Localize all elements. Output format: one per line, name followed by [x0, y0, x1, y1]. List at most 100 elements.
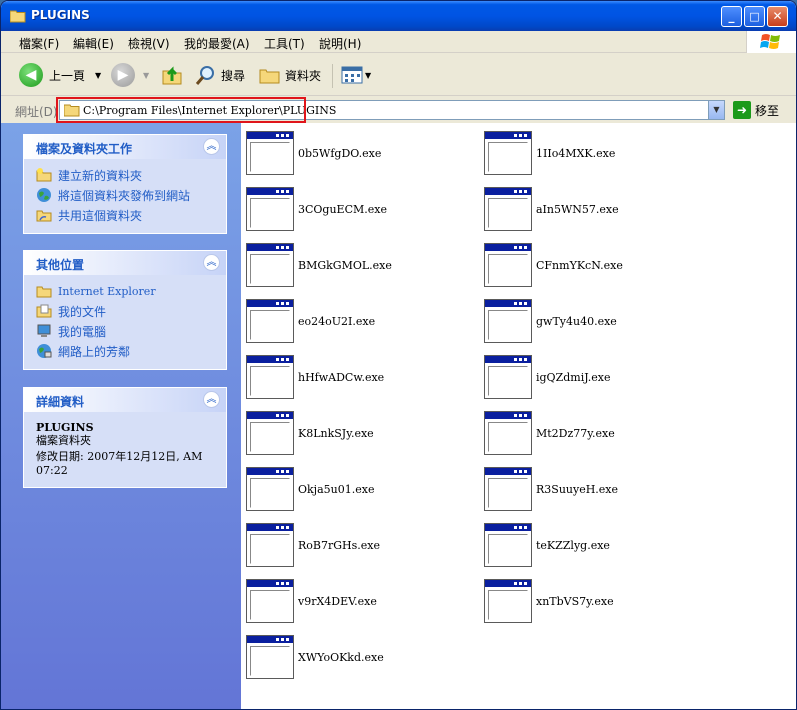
forward-button[interactable]: ▶ ▼ — [111, 62, 149, 88]
views-icon — [341, 66, 363, 84]
place-my-documents[interactable]: 我的文件 — [36, 301, 216, 321]
exe-file-icon — [246, 523, 294, 567]
exe-file-icon — [484, 299, 532, 343]
back-dropdown-icon[interactable]: ▼ — [95, 71, 101, 80]
exe-file-icon — [246, 411, 294, 455]
file-name: 0b5WfgDO.exe — [298, 147, 382, 160]
file-item[interactable]: eo24oU2I.exe — [241, 293, 471, 345]
title-bar[interactable]: PLUGINS _ □ ✕ — [1, 1, 796, 31]
file-name: hHfwADCw.exe — [298, 371, 385, 384]
file-tasks-title: 檔案及資料夾工作 — [36, 142, 133, 156]
folders-icon — [259, 69, 280, 84]
exe-file-icon — [484, 523, 532, 567]
file-name: Okja5u01.exe — [298, 483, 375, 496]
maximize-button[interactable]: □ — [744, 6, 765, 27]
task-pane: 檔案及資料夾工作 ︽ 建立新的資料夾 將這個資料夾發佈到網站 共用這個資料夾 其… — [1, 123, 241, 709]
other-places-header[interactable]: 其他位置 ︽ — [24, 251, 226, 275]
file-item[interactable]: xnTbVS7y.exe — [479, 573, 709, 625]
file-item[interactable]: XWYoOKkd.exe — [241, 629, 471, 681]
menu-file[interactable]: 檔案(F) — [19, 35, 59, 52]
file-name: xnTbVS7y.exe — [536, 595, 614, 608]
share-folder-icon — [36, 210, 52, 222]
details-modified-date: 修改日期: 2007年12月12日, AM 07:22 — [36, 450, 203, 477]
folder-icon — [36, 286, 52, 298]
menu-bar: 檔案(F) 編輯(E) 檢視(V) 我的最愛(A) 工具(T) 說明(H) — [1, 31, 796, 53]
file-item[interactable]: aIn5WN57.exe — [479, 181, 709, 233]
place-label: Internet Explorer — [58, 284, 156, 298]
file-item[interactable]: BMGkGMOL.exe — [241, 237, 471, 289]
file-item[interactable]: Mt2Dz77y.exe — [479, 405, 709, 457]
task-new-folder[interactable]: 建立新的資料夾 — [36, 165, 216, 185]
file-item[interactable]: v9rX4DEV.exe — [241, 573, 471, 625]
file-name: aIn5WN57.exe — [536, 203, 619, 216]
exe-file-icon — [246, 299, 294, 343]
file-name: gwTy4u40.exe — [536, 315, 617, 328]
exe-file-icon — [246, 467, 294, 511]
globe-icon — [37, 188, 51, 202]
explorer-window: PLUGINS _ □ ✕ 檔案(F) 編輯(E) 檢視(V) 我的最愛(A) … — [0, 0, 797, 710]
go-button[interactable]: ➜ 移至 — [733, 101, 779, 119]
collapse-icon[interactable]: ︽ — [203, 138, 220, 155]
place-my-computer[interactable]: 我的電腦 — [36, 321, 216, 341]
file-tasks-panel: 檔案及資料夾工作 ︽ 建立新的資料夾 將這個資料夾發佈到網站 共用這個資料夾 — [23, 134, 227, 234]
task-label: 建立新的資料夾 — [58, 168, 143, 183]
file-item[interactable]: RoB7rGHs.exe — [241, 517, 471, 569]
forward-dropdown-icon: ▼ — [143, 70, 150, 80]
task-share-folder[interactable]: 共用這個資料夾 — [36, 205, 216, 225]
forward-arrow-icon: ▶ — [111, 63, 135, 87]
file-name: 3COguECM.exe — [298, 203, 387, 216]
menu-edit[interactable]: 編輯(E) — [73, 35, 114, 52]
menu-tools[interactable]: 工具(T) — [264, 35, 305, 52]
place-internet-explorer[interactable]: Internet Explorer — [36, 281, 216, 301]
task-publish-folder[interactable]: 將這個資料夾發佈到網站 — [36, 185, 216, 205]
back-button[interactable]: ◀ 上一頁 ▼ — [19, 62, 101, 88]
views-button[interactable]: ▼ — [341, 62, 371, 88]
collapse-icon[interactable]: ︽ — [203, 391, 220, 408]
file-name: Mt2Dz77y.exe — [536, 427, 615, 440]
up-folder-button[interactable] — [161, 62, 183, 88]
toolbar: ◀ 上一頁 ▼ ▶ ▼ 搜尋 資料夾 ▼ — [1, 54, 796, 96]
details-title: 詳細資料 — [36, 395, 85, 409]
file-item[interactable]: CFnmYKcN.exe — [479, 237, 709, 289]
menu-view[interactable]: 檢視(V) — [128, 35, 170, 52]
file-item[interactable]: R3SuuyeH.exe — [479, 461, 709, 513]
search-icon — [195, 66, 214, 85]
menu-help[interactable]: 說明(H) — [319, 35, 361, 52]
file-item[interactable]: 0b5WfgDO.exe — [241, 125, 471, 177]
file-name: v9rX4DEV.exe — [298, 595, 377, 608]
views-dropdown-icon: ▼ — [365, 70, 372, 80]
exe-file-icon — [246, 635, 294, 679]
file-tasks-header[interactable]: 檔案及資料夾工作 ︽ — [24, 135, 226, 159]
back-arrow-icon: ◀ — [19, 63, 43, 87]
file-item[interactable]: igQZdmiJ.exe — [479, 349, 709, 401]
file-item[interactable]: K8LnkSJy.exe — [241, 405, 471, 457]
close-button[interactable]: ✕ — [767, 6, 788, 27]
search-button[interactable]: 搜尋 — [195, 62, 245, 88]
address-bar: 網址(D) C:\Program Files\Internet Explorer… — [1, 97, 796, 123]
minimize-button[interactable]: _ — [721, 6, 742, 27]
exe-file-icon — [246, 355, 294, 399]
menu-favorites[interactable]: 我的最愛(A) — [184, 35, 250, 52]
file-item[interactable]: Okja5u01.exe — [241, 461, 471, 513]
file-list-edge — [794, 123, 796, 709]
details-item-name: PLUGINS — [36, 421, 94, 434]
file-item[interactable]: 1IIo4MXK.exe — [479, 125, 709, 177]
windows-logo — [746, 31, 796, 53]
file-item[interactable]: hHfwADCw.exe — [241, 349, 471, 401]
task-label: 共用這個資料夾 — [58, 208, 143, 223]
collapse-icon[interactable]: ︽ — [203, 254, 220, 271]
up-folder-icon — [162, 66, 182, 85]
file-item[interactable]: 3COguECM.exe — [241, 181, 471, 233]
exe-file-icon — [246, 243, 294, 287]
details-panel: 詳細資料 ︽ PLUGINS 檔案資料夾 修改日期: 2007年12月12日, … — [23, 387, 227, 488]
folders-button[interactable]: 資料夾 — [259, 62, 321, 88]
details-header[interactable]: 詳細資料 ︽ — [24, 388, 226, 412]
place-network[interactable]: 網路上的芳鄰 — [36, 341, 216, 361]
network-icon — [37, 344, 52, 358]
file-item[interactable]: gwTy4u40.exe — [479, 293, 709, 345]
address-label: 網址(D) — [15, 105, 58, 119]
file-item[interactable]: teKZZlyg.exe — [479, 517, 709, 569]
address-dropdown-icon[interactable]: ▼ — [708, 101, 724, 119]
place-label: 網路上的芳鄰 — [58, 344, 131, 359]
file-list: 0b5WfgDO.exe 1IIo4MXK.exe 3COguECM.exe aIn5… — [241, 123, 796, 709]
